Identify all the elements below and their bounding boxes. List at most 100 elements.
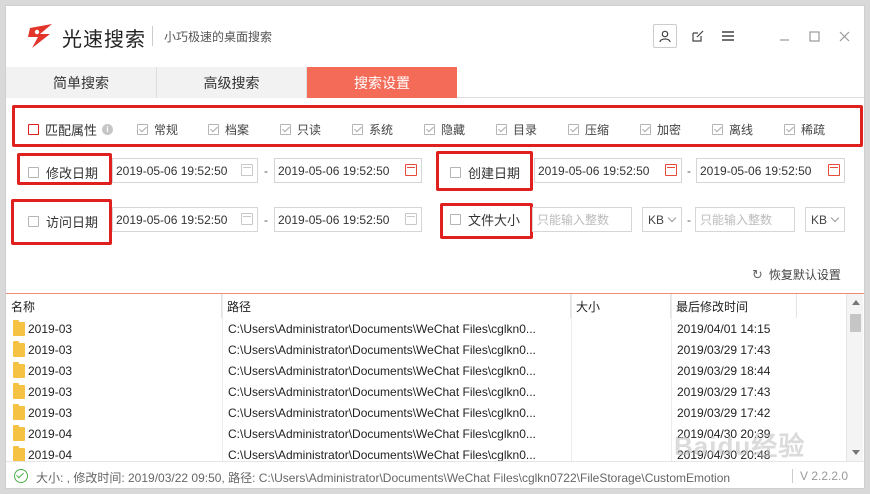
folder-icon: [13, 361, 25, 378]
attr-normal[interactable]: 常规: [137, 121, 178, 138]
results-table: 名称 路径 大小 最后修改时间 2019-03 C:\Users\Adminis…: [6, 293, 864, 462]
calendar-icon[interactable]: [828, 164, 840, 176]
app-logo-icon: [28, 24, 52, 48]
attr-checkbox[interactable]: [712, 124, 723, 135]
table-row[interactable]: 2019-04 C:\Users\Administrator\Documents…: [6, 423, 846, 444]
column-header-size[interactable]: 大小: [571, 294, 671, 318]
size-cell: [577, 339, 667, 360]
refresh-icon: ↻: [752, 266, 763, 282]
attr-checkbox[interactable]: [424, 124, 435, 135]
modified-cell: 2019/03/29 17:43: [677, 342, 771, 357]
calendar-icon[interactable]: [405, 213, 417, 225]
calendar-icon[interactable]: [665, 164, 677, 176]
attr-encrypted[interactable]: 加密: [640, 121, 681, 138]
access-date-from-input[interactable]: 2019-05-06 19:52:50: [112, 207, 258, 232]
calendar-icon[interactable]: [241, 213, 253, 225]
menu-icon[interactable]: [716, 24, 740, 48]
attr-label: 隐藏: [441, 123, 466, 137]
modified-cell: 2019/03/29 17:43: [677, 384, 771, 399]
access-date-to-input[interactable]: 2019-05-06 19:52:50: [274, 207, 422, 232]
calendar-icon[interactable]: [241, 164, 253, 176]
attr-directory[interactable]: 目录: [496, 121, 537, 138]
modified-date-to-input[interactable]: 2019-05-06 19:52:50: [274, 158, 422, 183]
attr-checkbox[interactable]: [352, 124, 363, 135]
created-date-checkbox[interactable]: [450, 167, 461, 178]
created-date-toggle[interactable]: 创建日期: [450, 163, 520, 182]
attr-checkbox[interactable]: [784, 124, 795, 135]
scroll-down-icon[interactable]: [852, 450, 860, 455]
maximize-icon[interactable]: [802, 24, 826, 48]
modified-date-label: 修改日期: [46, 166, 99, 181]
file-name: 2019-04: [28, 426, 73, 441]
max-size-input[interactable]: 只能输入整数: [695, 207, 795, 232]
attr-sparse[interactable]: 稀疏: [784, 121, 825, 138]
column-header-path[interactable]: 路径: [222, 294, 571, 318]
info-icon[interactable]: i: [102, 124, 114, 135]
minimize-icon[interactable]: [772, 24, 796, 48]
table-row[interactable]: 2019-03 C:\Users\Administrator\Documents…: [6, 360, 846, 381]
match-attributes-checkbox[interactable]: [28, 124, 39, 135]
table-row[interactable]: 2019-03 C:\Users\Administrator\Documents…: [6, 318, 846, 339]
attr-label: 稀疏: [801, 123, 826, 137]
created-date-to-input[interactable]: 2019-05-06 19:52:50: [696, 158, 845, 183]
scrollbar-thumb[interactable]: [850, 314, 861, 332]
file-name: 2019-03: [28, 321, 73, 336]
access-date-label: 访问日期: [46, 215, 99, 230]
date-value: 2019-05-06 19:52:50: [700, 163, 812, 178]
access-date-checkbox[interactable]: [28, 216, 39, 227]
restore-defaults-button[interactable]: ↻ 恢复默认设置: [752, 266, 841, 283]
attr-checkbox[interactable]: [640, 124, 651, 135]
version-label: V 2.2.2.0: [800, 469, 849, 483]
attr-system[interactable]: 系统: [352, 121, 393, 138]
min-size-input[interactable]: 只能输入整数: [532, 207, 632, 232]
results-scrollbar[interactable]: [846, 294, 863, 461]
attributes-row: 匹配属性 i 常规 档案 只读 系统 隐藏 目录 压缩 加密 离线 稀疏: [6, 114, 864, 140]
match-attributes-toggle[interactable]: 匹配属性 i: [28, 120, 114, 139]
column-header-modified[interactable]: 最后修改时间: [671, 294, 797, 318]
tab-advanced-search[interactable]: 高级搜索: [157, 67, 307, 98]
modified-cell: 2019/03/29 18:44: [677, 363, 771, 378]
modified-date-checkbox[interactable]: [28, 167, 39, 178]
title-bar: 光速搜索 小巧极速的桌面搜索: [6, 6, 864, 66]
chevron-down-icon: [667, 213, 677, 223]
access-date-toggle[interactable]: 访问日期: [28, 212, 98, 231]
attr-checkbox[interactable]: [496, 124, 507, 135]
tab-bar: 简单搜索 高级搜索 搜索设置: [6, 67, 864, 98]
name-cell: 2019-03: [13, 381, 218, 402]
path-cell: C:\Users\Administrator\Documents\WeChat …: [228, 384, 536, 399]
table-row[interactable]: 2019-03 C:\Users\Administrator\Documents…: [6, 339, 846, 360]
scroll-up-icon[interactable]: [852, 300, 860, 305]
attr-checkbox[interactable]: [568, 124, 579, 135]
created-date-from-input[interactable]: 2019-05-06 19:52:50: [534, 158, 682, 183]
modified-date-toggle[interactable]: 修改日期: [28, 163, 98, 182]
title-divider: [152, 26, 153, 46]
user-icon[interactable]: [653, 24, 677, 48]
table-row[interactable]: 2019-03 C:\Users\Administrator\Documents…: [6, 381, 846, 402]
attr-archive[interactable]: 档案: [208, 121, 249, 138]
file-size-checkbox[interactable]: [450, 214, 461, 225]
attr-checkbox[interactable]: [280, 124, 291, 135]
close-icon[interactable]: [832, 24, 856, 48]
date-value: 2019-05-06 19:52:50: [538, 163, 650, 178]
app-window: 光速搜索 小巧极速的桌面搜索 简单搜索 高级搜索 搜索设置 匹配属性 i 常规 …: [5, 5, 865, 489]
attr-hidden[interactable]: 隐藏: [424, 121, 465, 138]
attr-compressed[interactable]: 压缩: [568, 121, 609, 138]
calendar-icon[interactable]: [405, 164, 417, 176]
table-row[interactable]: 2019-03 C:\Users\Administrator\Documents…: [6, 402, 846, 423]
modified-date-from-input[interactable]: 2019-05-06 19:52:50: [112, 158, 258, 183]
column-header-name[interactable]: 名称: [6, 294, 222, 318]
file-size-label: 文件大小: [468, 213, 521, 228]
attr-readonly[interactable]: 只读: [280, 121, 321, 138]
edit-icon[interactable]: [686, 24, 710, 48]
match-attributes-label: 匹配属性: [45, 123, 98, 138]
file-size-toggle[interactable]: 文件大小: [450, 210, 520, 229]
tab-simple-search[interactable]: 简单搜索: [6, 67, 157, 98]
attr-offline[interactable]: 离线: [712, 121, 753, 138]
max-size-unit-select[interactable]: KB: [805, 207, 845, 232]
attr-label: 加密: [657, 123, 682, 137]
min-size-unit-select[interactable]: KB: [642, 207, 682, 232]
attr-checkbox[interactable]: [208, 124, 219, 135]
tab-search-settings[interactable]: 搜索设置: [307, 67, 457, 98]
range-dash: -: [264, 164, 268, 178]
attr-checkbox[interactable]: [137, 124, 148, 135]
